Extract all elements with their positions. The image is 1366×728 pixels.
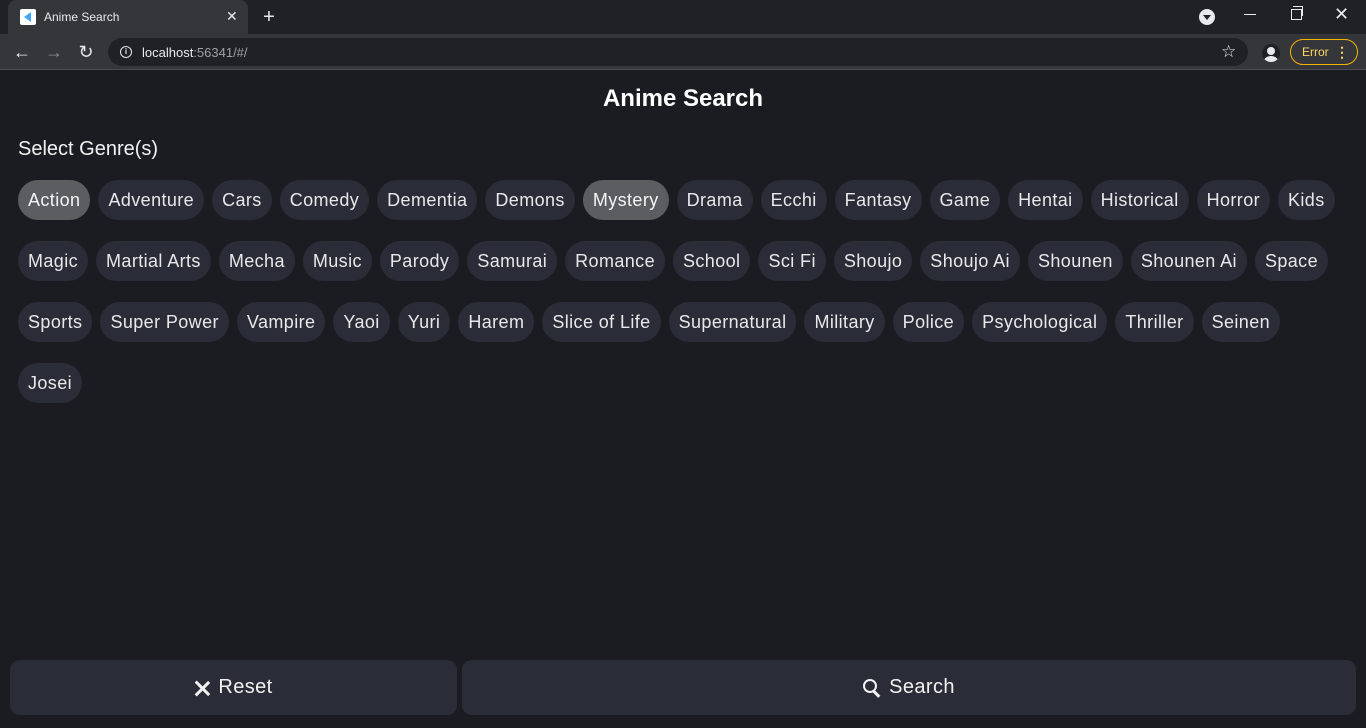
- genre-chip-psychological[interactable]: Psychological: [972, 302, 1108, 342]
- genre-chip-samurai[interactable]: Samurai: [467, 241, 558, 281]
- genre-chip-yuri[interactable]: Yuri: [397, 302, 451, 342]
- genre-chip-cars[interactable]: Cars: [212, 180, 272, 220]
- url-path: :56341/#/: [193, 45, 248, 60]
- genre-chip-military[interactable]: Military: [804, 302, 885, 342]
- genre-chip-action[interactable]: Action: [18, 180, 91, 220]
- close-icon: [194, 680, 210, 696]
- error-label: Error: [1302, 45, 1329, 59]
- browser-toolbar: ← → ↻ i localhost:56341/#/ ☆: [0, 34, 1366, 70]
- genre-chip-adventure[interactable]: Adventure: [98, 180, 205, 220]
- genre-chip-shoujo[interactable]: Shoujo: [833, 241, 913, 281]
- url-text[interactable]: localhost:56341/#/: [142, 45, 248, 60]
- genre-chip-supernatural[interactable]: Supernatural: [668, 302, 797, 342]
- genre-chip-ecchi[interactable]: Ecchi: [760, 180, 827, 220]
- genre-chip-sports[interactable]: Sports: [18, 302, 93, 342]
- genre-chip-vampire[interactable]: Vampire: [236, 302, 326, 342]
- menu-dots-icon: ⋮: [1335, 44, 1349, 60]
- genre-chip-list: Action Adventure Cars Comedy Dementia Demons M…: [18, 180, 1348, 403]
- genre-chip-fantasy[interactable]: Fantasy: [834, 180, 922, 220]
- page-title: Anime Search: [602, 85, 764, 112]
- genre-chip-dementia[interactable]: Dementia: [377, 180, 478, 220]
- genre-chip-martial-arts[interactable]: Martial Arts: [96, 241, 211, 281]
- genre-chip-hentai[interactable]: Hentai: [1008, 180, 1083, 220]
- reload-icon[interactable]: ↻: [74, 40, 98, 64]
- search-label: Search: [889, 676, 955, 698]
- window-close-icon[interactable]: ✕: [1334, 4, 1349, 24]
- profile-avatar-icon[interactable]: [1262, 44, 1280, 62]
- genre-chip-mecha[interactable]: Mecha: [218, 241, 295, 281]
- genre-chip-game[interactable]: Game: [929, 180, 1001, 220]
- site-info-icon[interactable]: i: [120, 46, 132, 58]
- genre-chip-school[interactable]: School: [673, 241, 751, 281]
- genre-chip-thriller[interactable]: Thriller: [1115, 302, 1194, 342]
- new-tab-button[interactable]: +: [258, 6, 280, 28]
- genre-section-label: Select Genre(s): [18, 138, 159, 160]
- genre-chip-kids[interactable]: Kids: [1278, 180, 1335, 220]
- genre-chip-seinen[interactable]: Seinen: [1201, 302, 1281, 342]
- genre-chip-shoujo-ai[interactable]: Shoujo Ai: [920, 241, 1020, 281]
- browser-tab-strip: Anime Search ✕ + ✕: [0, 0, 1366, 34]
- genre-chip-magic[interactable]: Magic: [18, 241, 89, 281]
- minimize-icon[interactable]: [1244, 14, 1256, 15]
- genre-chip-music[interactable]: Music: [302, 241, 372, 281]
- forward-arrow-icon[interactable]: →: [42, 40, 66, 64]
- genre-chip-horror[interactable]: Horror: [1196, 180, 1270, 220]
- genre-chip-shounen-ai[interactable]: Shounen Ai: [1130, 241, 1247, 281]
- back-arrow-icon[interactable]: ←: [10, 40, 34, 64]
- genre-chip-josei[interactable]: Josei: [18, 363, 83, 403]
- genre-chip-yaoi[interactable]: Yaoi: [333, 302, 390, 342]
- flutter-favicon-icon: [20, 9, 36, 25]
- reset-button[interactable]: Reset: [10, 660, 457, 715]
- browser-tab[interactable]: Anime Search ✕: [8, 0, 248, 34]
- genre-chip-drama[interactable]: Drama: [676, 180, 753, 220]
- reset-label: Reset: [218, 676, 273, 698]
- url-host: localhost: [142, 45, 194, 60]
- tab-search-icon[interactable]: [1199, 9, 1215, 25]
- tab-title: Anime Search: [44, 10, 120, 24]
- genre-chip-parody[interactable]: Parody: [379, 241, 460, 281]
- genre-chip-demons[interactable]: Demons: [485, 180, 575, 220]
- genre-chip-super-power[interactable]: Super Power: [100, 302, 229, 342]
- genre-chip-sci-fi[interactable]: Sci Fi: [758, 241, 826, 281]
- genre-chip-space[interactable]: Space: [1254, 241, 1328, 281]
- genre-chip-slice-of-life[interactable]: Slice of Life: [542, 302, 661, 342]
- genre-chip-harem[interactable]: Harem: [458, 302, 535, 342]
- genre-chip-comedy[interactable]: Comedy: [279, 180, 370, 220]
- genre-chip-mystery[interactable]: Mystery: [582, 180, 669, 220]
- bookmark-star-icon[interactable]: ☆: [1221, 42, 1236, 62]
- search-icon: [863, 678, 881, 697]
- genre-chip-police[interactable]: Police: [892, 302, 965, 342]
- genre-chip-historical[interactable]: Historical: [1090, 180, 1189, 220]
- address-bar[interactable]: i localhost:56341/#/ ☆: [108, 38, 1248, 66]
- restore-icon[interactable]: [1291, 6, 1303, 20]
- tab-close-icon[interactable]: ✕: [226, 8, 238, 24]
- error-button[interactable]: Error ⋮: [1290, 39, 1358, 65]
- genre-chip-shounen[interactable]: Shounen: [1027, 241, 1123, 281]
- search-button[interactable]: Search: [462, 660, 1356, 715]
- genre-chip-romance[interactable]: Romance: [565, 241, 665, 281]
